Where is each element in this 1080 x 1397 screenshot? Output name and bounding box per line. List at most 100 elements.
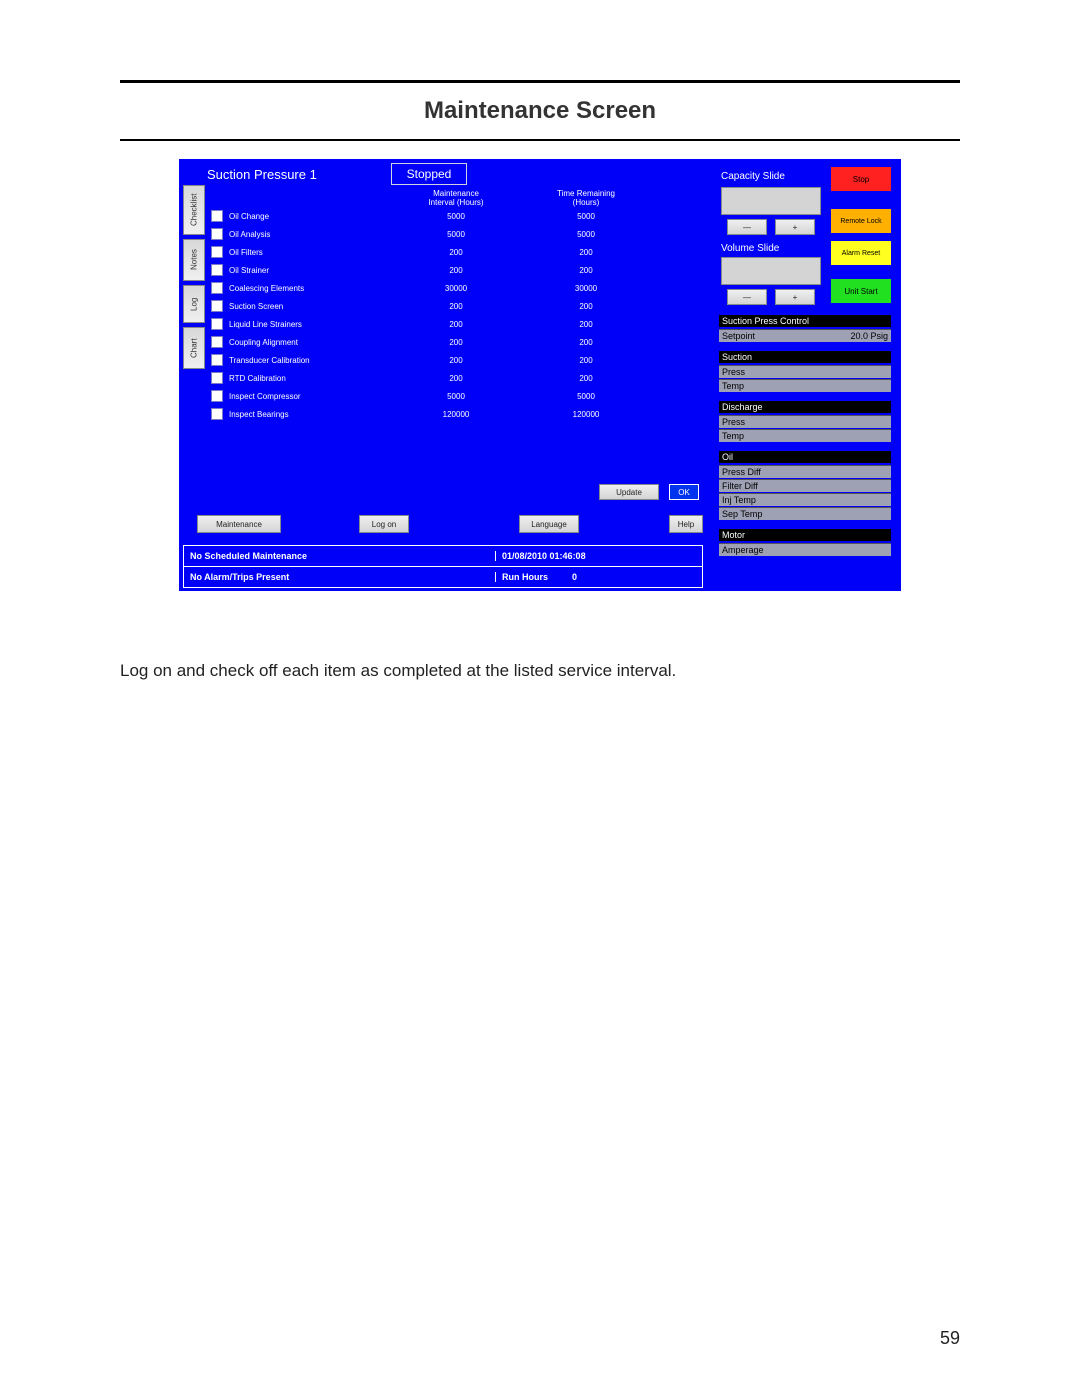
remote-lock-button[interactable]: Remote Lock [831,209,891,233]
oil-filter-diff: Filter Diff [719,479,891,492]
row-interval: 30000 [391,284,521,293]
row-interval: 5000 [391,212,521,221]
volume-plus[interactable]: + [775,289,815,305]
row-name: Oil Analysis [229,230,270,239]
discharge-press: Press [719,415,891,428]
suction-press: Press [719,365,891,378]
row-interval: 200 [391,266,521,275]
row-name: Coalescing Elements [229,284,304,293]
row-interval: 5000 [391,230,521,239]
row-interval: 200 [391,374,521,383]
row-remaining: 200 [521,356,651,365]
row-name: Inspect Bearings [229,410,289,419]
oil-press-diff: Press Diff [719,465,891,478]
unit-start-button[interactable]: Unit Start [831,279,891,303]
table-row: Oil Analysis 50005000 [211,225,701,243]
maintenance-button[interactable]: Maintenance [197,515,281,533]
status-sched: No Scheduled Maintenance [184,551,495,561]
row-interval: 200 [391,320,521,329]
volume-slide-label: Volume Slide [721,243,779,254]
checkbox[interactable] [211,354,223,366]
header-suction-pressure: Suction Pressure 1 [207,167,407,187]
table-row: Oil Change 50005000 [211,207,701,225]
checkbox[interactable] [211,228,223,240]
page-title: Maintenance Screen [120,97,960,125]
capacity-slide-label: Capacity Slide [721,171,785,182]
sub-rule [120,139,960,141]
row-name: Coupling Alignment [229,338,298,347]
logon-button[interactable]: Log on [359,515,409,533]
tab-log[interactable]: Log [183,285,205,323]
row-remaining: 5000 [521,230,651,239]
row-remaining: 30000 [521,284,651,293]
ok-button[interactable]: OK [669,484,699,500]
row-remaining: 200 [521,302,651,311]
col-remaining: Time Remaining (Hours) [521,189,651,207]
table-row: RTD Calibration 200200 [211,369,701,387]
row-interval: 5000 [391,392,521,401]
alarm-reset-button[interactable]: Alarm Reset [831,241,891,265]
page-caption: Log on and check off each item as comple… [120,661,960,681]
suction-press-control: Suction Press Control [719,315,891,327]
side-tabs: Checklist Notes Log Chart [183,185,205,485]
volume-minus[interactable]: — [727,289,767,305]
capacity-minus[interactable]: — [727,219,767,235]
oil-inj-temp: Inj Temp [719,493,891,506]
row-name: Oil Filters [229,248,263,257]
table-row: Suction Screen 200200 [211,297,701,315]
checkbox[interactable] [211,282,223,294]
row-name: Suction Screen [229,302,283,311]
update-button[interactable]: Update [599,484,659,500]
checkbox[interactable] [211,300,223,312]
table-row: Coupling Alignment200200 [211,333,701,351]
top-rule [120,80,960,83]
help-button[interactable]: Help [669,515,703,533]
row-interval: 200 [391,302,521,311]
row-name: RTD Calibration [229,374,286,383]
volume-slide-readout [721,257,821,285]
motor-amperage: Amperage [719,543,891,556]
tab-checklist[interactable]: Checklist [183,185,205,235]
setpoint-value: 20.0 Psig [850,331,888,341]
row-name: Transducer Calibration [229,356,310,365]
row-remaining: 200 [521,266,651,275]
row-name: Oil Change [229,212,269,221]
row-name: Oil Strainer [229,266,269,275]
checkbox[interactable] [211,390,223,402]
row-remaining: 200 [521,374,651,383]
checkbox[interactable] [211,264,223,276]
checkbox[interactable] [211,336,223,348]
table-row: Coalescing Elements 3000030000 [211,279,701,297]
checkbox[interactable] [211,372,223,384]
setpoint-row: Setpoint 20.0 Psig [719,329,891,342]
stop-button[interactable]: Stop [831,167,891,191]
discharge-header: Discharge [719,401,891,413]
language-button[interactable]: Language [519,515,579,533]
table-row: Oil Filters200200 [211,243,701,261]
checkbox[interactable] [211,210,223,222]
oil-sep-temp: Sep Temp [719,507,891,520]
row-name: Inspect Compressor [229,392,301,401]
table-row: Liquid Line Strainers200200 [211,315,701,333]
row-remaining: 200 [521,320,651,329]
col-interval: Maintenance Interval (Hours) [391,189,521,207]
table-row: Transducer Calibration200200 [211,351,701,369]
row-remaining: 5000 [521,212,651,221]
checkbox[interactable] [211,318,223,330]
checkbox[interactable] [211,246,223,258]
capacity-plus[interactable]: + [775,219,815,235]
page-number: 59 [940,1328,960,1349]
row-interval: 120000 [391,410,521,419]
tab-chart[interactable]: Chart [183,327,205,369]
table-row: Oil Strainer 200200 [211,261,701,279]
tab-notes[interactable]: Notes [183,239,205,281]
checkbox[interactable] [211,408,223,420]
row-remaining: 200 [521,338,651,347]
table-row: Inspect Bearings 120000120000 [211,405,701,423]
suction-temp: Temp [719,379,891,392]
hmi-screen: Suction Pressure 1 Stopped Checklist Not… [179,159,901,591]
row-remaining: 120000 [521,410,651,419]
right-panel: Capacity Slide Stop — + Remote Lock Volu… [719,165,895,583]
status-alarm: No Alarm/Trips Present [184,572,495,582]
maintenance-table: Maintenance Interval (Hours) Time Remain… [211,189,701,481]
